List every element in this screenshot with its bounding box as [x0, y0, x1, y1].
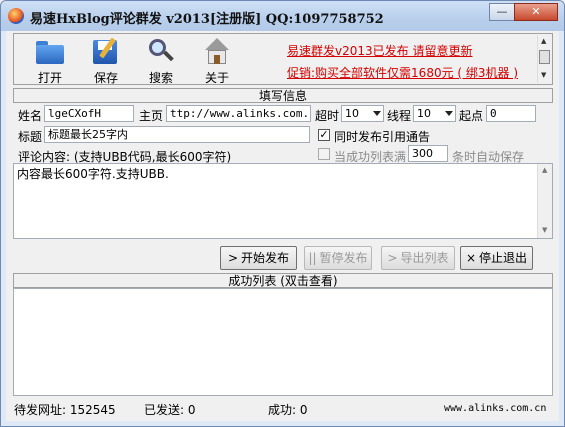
pause-publish-button[interactable]: || 暂停发布 — [304, 246, 372, 270]
start-publish-button[interactable]: > 开始发布 — [220, 246, 297, 270]
close-icon: × — [465, 251, 477, 265]
about-label: 关于 — [204, 71, 229, 85]
subject-label: 标题 — [18, 130, 43, 144]
pending-label: 待发网址: — [14, 403, 67, 417]
content-scrollbar[interactable]: ▲ ▼ — [537, 164, 552, 238]
scroll-up-icon[interactable]: ▲ — [542, 166, 547, 174]
window-title: 易速HxBlog评论群发 v2013[注册版] QQ:1097758752 — [30, 12, 384, 27]
content-text: 内容最长600字符.支持UBB. — [17, 167, 169, 181]
autosave-count-input[interactable]: 300 — [408, 145, 448, 162]
open-label: 打开 — [37, 71, 62, 85]
ad-scrollbar[interactable]: ▲ ▼ — [537, 35, 551, 83]
timeout-select[interactable]: 10 — [341, 105, 384, 122]
magnifier-icon — [146, 37, 176, 67]
ad-link-update[interactable]: 易速群发v2013已发布 请留意更新 — [287, 42, 472, 59]
trackback-label: 同时发布引用通告 — [334, 130, 431, 144]
search-label: 搜索 — [148, 71, 173, 85]
homepage-input[interactable]: ttp://www.alinks.com.cn — [166, 105, 311, 122]
sent-status: 已发送: 0 — [144, 401, 196, 418]
stop-exit-button[interactable]: × 停止退出 — [460, 246, 533, 270]
sent-value: 0 — [187, 403, 196, 417]
client-area: 打开 保存 搜索 关于 易速群发v2013已发布 请留意更新 促销:购买全部软件… — [6, 31, 559, 421]
export-list-button[interactable]: > 导出列表 — [381, 246, 455, 270]
home-icon — [202, 37, 232, 67]
success-status: 成功: 0 — [268, 401, 308, 418]
save-icon — [91, 37, 121, 67]
success-value: 0 — [299, 403, 308, 417]
start-point-label: 起点 — [459, 109, 484, 123]
scroll-down-icon[interactable]: ▼ — [542, 226, 547, 234]
export-list-label: 导出列表 — [400, 251, 449, 265]
window-controls: — ✕ — [489, 3, 558, 21]
dropdown-arrow-icon — [445, 111, 453, 116]
open-button[interactable]: 打开 — [30, 37, 70, 86]
homepage-label: 主页 — [139, 109, 164, 123]
start-publish-label: 开始发布 — [241, 251, 290, 265]
title-bar[interactable]: 易速HxBlog评论群发 v2013[注册版] QQ:1097758752 — … — [1, 1, 564, 31]
pending-value: 152545 — [69, 403, 116, 417]
threads-value: 10 — [417, 107, 431, 120]
scroll-thumb[interactable] — [539, 50, 550, 64]
threads-select[interactable]: 10 — [413, 105, 456, 122]
start-point-input[interactable]: 0 — [486, 105, 536, 122]
timeout-label: 超时 — [315, 109, 340, 123]
trackback-checkbox[interactable]: ✓ — [318, 129, 330, 141]
toolbar: 打开 保存 搜索 关于 易速群发v2013已发布 请留意更新 促销:购买全部软件… — [13, 33, 553, 85]
export-arrow-icon: > — [387, 251, 398, 265]
subject-input[interactable]: 标题最长25字内 — [44, 126, 310, 143]
stop-exit-label: 停止退出 — [479, 251, 528, 265]
success-list[interactable] — [13, 288, 553, 396]
folder-icon — [35, 37, 65, 67]
name-input[interactable]: lgeCXofH — [44, 105, 134, 122]
timeout-value: 10 — [345, 107, 359, 120]
save-button[interactable]: 保存 — [86, 37, 126, 86]
site-link[interactable]: www.alinks.com.cn — [444, 403, 546, 414]
search-button[interactable]: 搜索 — [141, 37, 181, 86]
form-section-title: 填写信息 — [13, 88, 553, 103]
close-button[interactable]: ✕ — [514, 3, 558, 21]
scroll-down-icon[interactable]: ▼ — [541, 71, 546, 79]
ad-panel: 易速群发v2013已发布 请留意更新 促销:购买全部软件仅需1680元 ( 绑3… — [277, 37, 535, 81]
minimize-button[interactable]: — — [489, 3, 515, 21]
success-list-title: 成功列表 (双击查看) — [13, 273, 553, 288]
threads-label: 线程 — [387, 109, 412, 123]
app-window: 易速HxBlog评论群发 v2013[注册版] QQ:1097758752 — … — [0, 0, 565, 427]
success-label: 成功: — [268, 403, 297, 417]
start-arrow-icon: > — [227, 251, 239, 265]
autosave-checkbox[interactable] — [318, 148, 330, 160]
dropdown-arrow-icon — [373, 111, 381, 116]
pause-icon: || — [308, 251, 317, 265]
about-button[interactable]: 关于 — [197, 37, 237, 86]
app-logo-icon — [8, 8, 24, 24]
scroll-up-icon[interactable]: ▲ — [541, 37, 546, 45]
sent-label: 已发送: — [144, 403, 185, 417]
ad-link-promo[interactable]: 促销:购买全部软件仅需1680元 ( 绑3机器 ) — [287, 64, 518, 81]
name-label: 姓名 — [18, 109, 43, 123]
pending-status: 待发网址: 152545 — [14, 401, 116, 418]
content-textarea[interactable]: 内容最长600字符.支持UBB. ▲ ▼ — [13, 163, 553, 239]
pause-publish-label: 暂停发布 — [319, 251, 368, 265]
save-label: 保存 — [93, 71, 118, 85]
